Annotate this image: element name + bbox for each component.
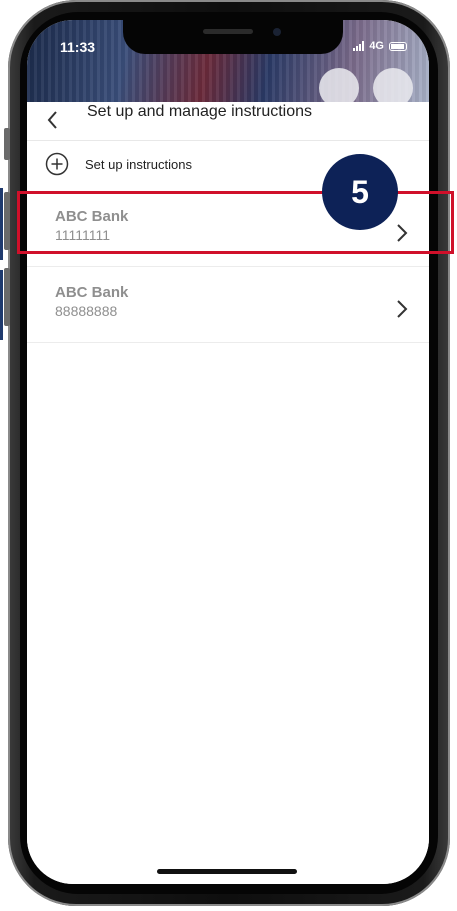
back-button[interactable] xyxy=(41,102,71,138)
step-number-badge: 5 xyxy=(322,154,398,230)
signal-icon xyxy=(353,41,365,51)
plus-circle-icon xyxy=(45,152,69,176)
notch xyxy=(123,20,343,54)
volume-down-button xyxy=(4,268,10,326)
phone-screen: 11:33 4G Set up and manage instructions xyxy=(27,20,429,884)
battery-icon xyxy=(389,41,407,51)
account-row[interactable]: ABC Bank 88888888 xyxy=(27,276,429,343)
page-edge-mark xyxy=(0,188,3,260)
page-title: Set up and manage instructions xyxy=(87,103,313,120)
page-edge-mark xyxy=(0,270,3,340)
account-number: 88888888 xyxy=(55,303,118,319)
status-indicators: 4G xyxy=(353,40,407,52)
home-indicator xyxy=(157,869,297,874)
bank-name: ABC Bank xyxy=(55,284,129,301)
back-chevron-icon xyxy=(47,111,57,129)
status-time: 11:33 xyxy=(60,39,96,55)
chevron-right-icon xyxy=(397,300,408,318)
mute-switch xyxy=(4,128,10,160)
front-camera xyxy=(273,28,281,36)
network-type: 4G xyxy=(369,40,384,52)
page-header: Set up and manage instructions xyxy=(27,102,429,141)
volume-up-button xyxy=(4,192,10,250)
setup-instructions-label: Set up instructions xyxy=(85,157,192,172)
speaker-grille xyxy=(203,29,253,34)
